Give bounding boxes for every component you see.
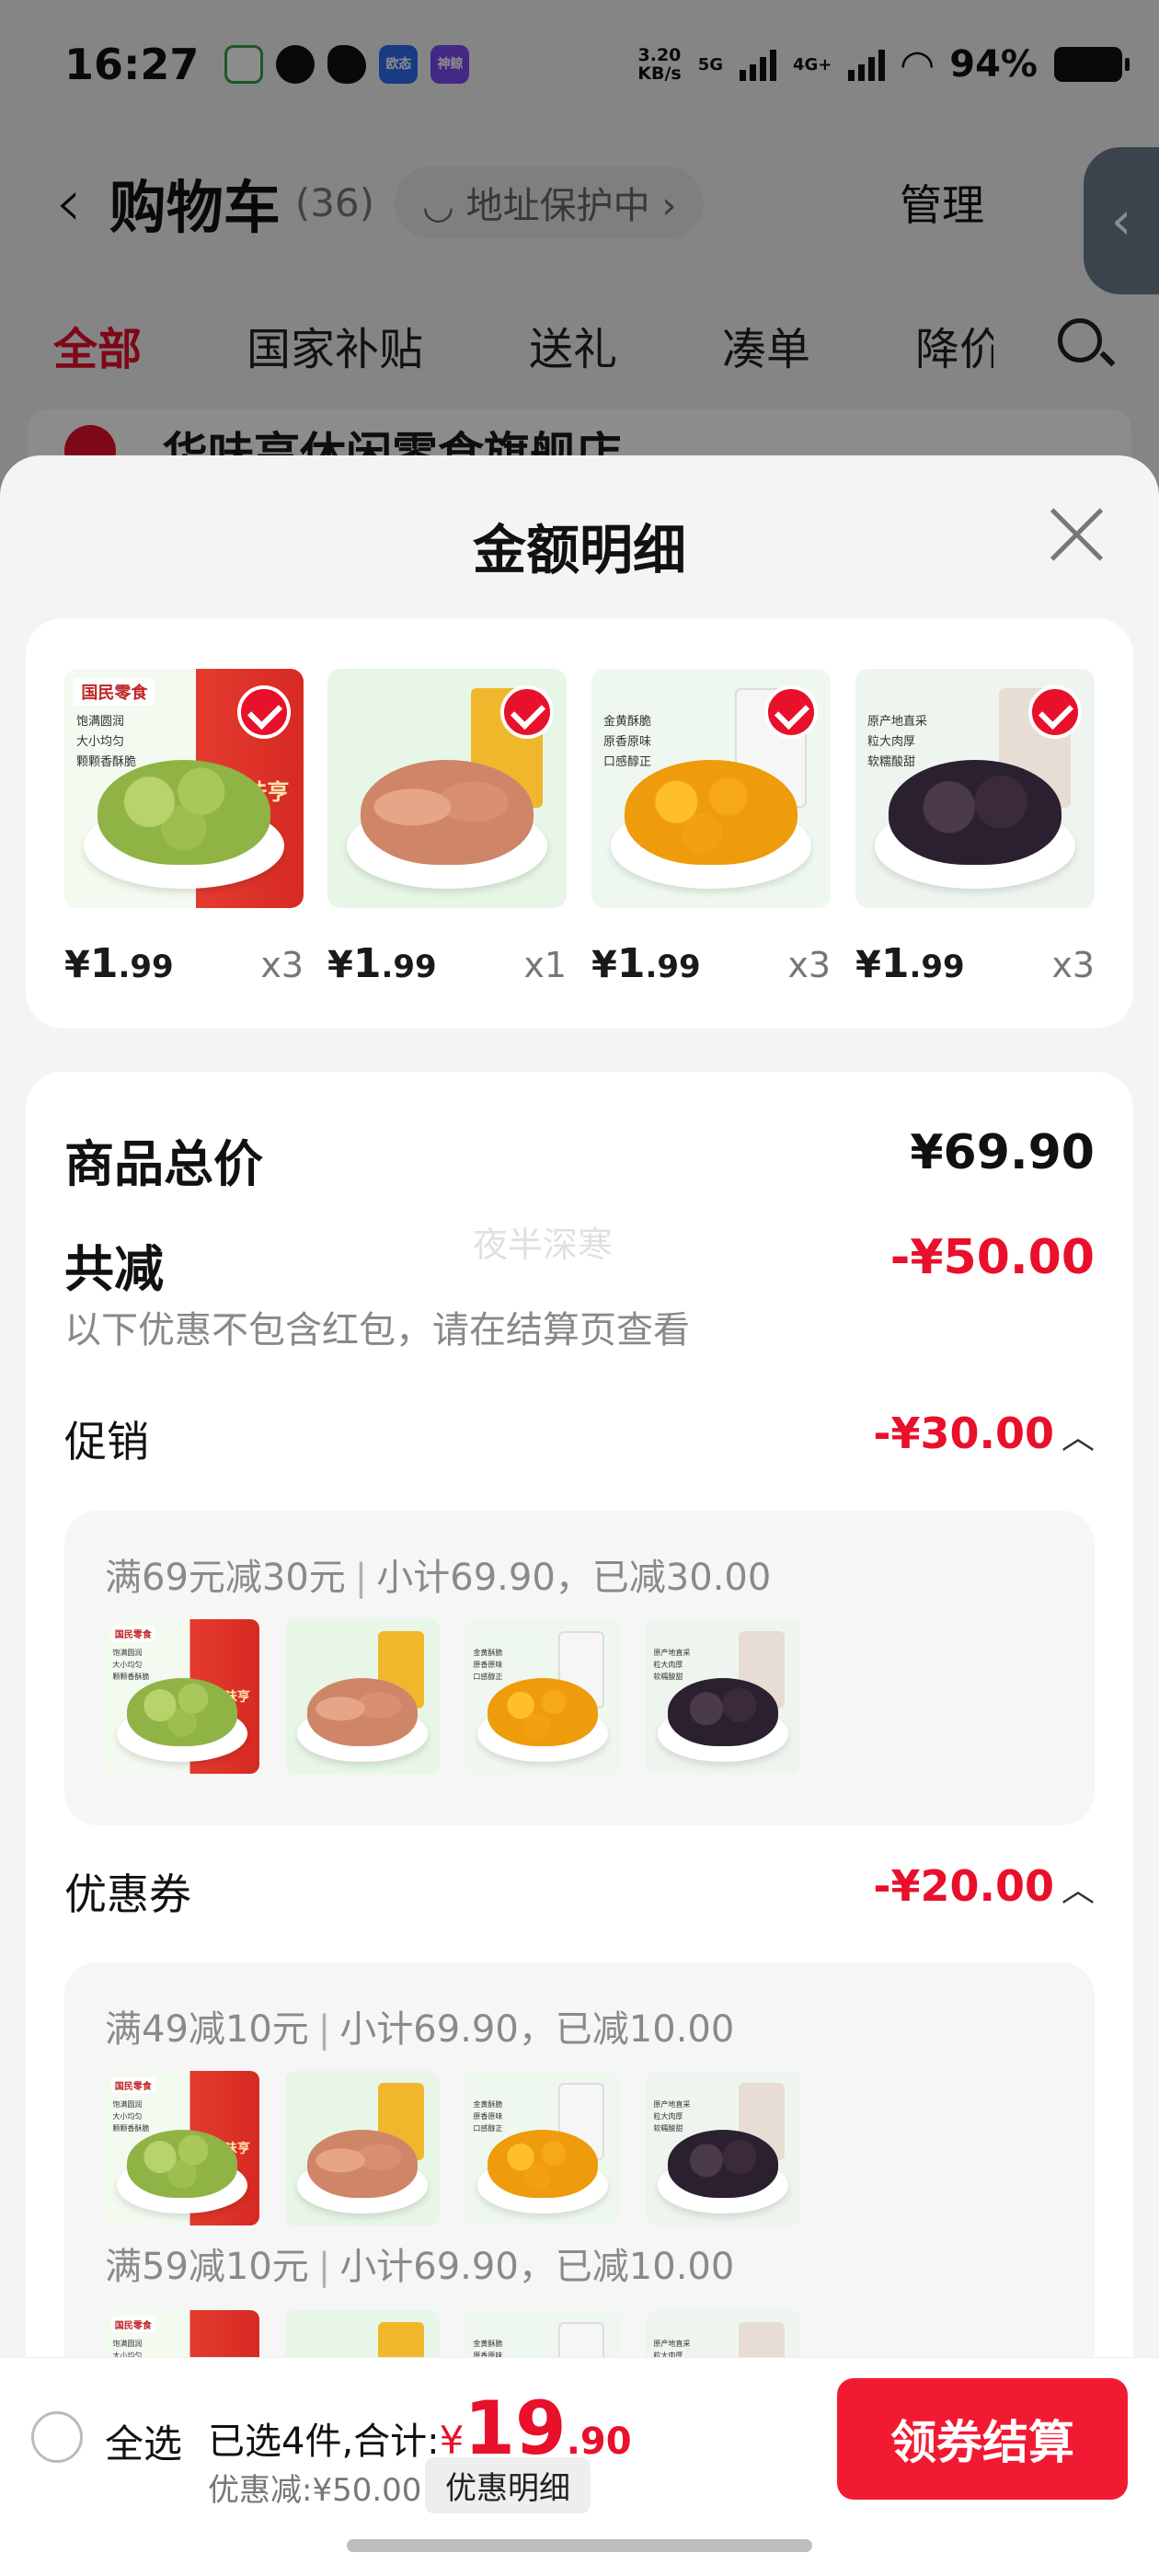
product-image-almonds (327, 669, 567, 908)
checked-icon (500, 685, 554, 739)
coupon-rule-2: 满59减10元 | 小计69.90，已减10.00 (105, 2246, 735, 2288)
total-price-label: 商品总价 (64, 1135, 263, 1193)
checkout-button[interactable]: 领券结算 (837, 2378, 1128, 2500)
chevron-up-icon: ︿ (1061, 1419, 1095, 1456)
item-price: ¥1.99 x3 (591, 940, 831, 987)
coupon-label: 优惠券 (64, 1869, 191, 1919)
sheet-title: 金额明细 (472, 519, 686, 581)
item-quantity: x3 (787, 945, 831, 985)
product-thumbnail: 国民零食饱满圆润大小均匀颗颗香酥脆华味亨 (105, 1619, 259, 1774)
reduction-note: 以下优惠不包含红包，请在结算页查看 (64, 1309, 690, 1351)
product-image-green-peas: 国民零食 饱满圆润大小均匀颗颗香酥脆 华味亨 (64, 669, 304, 908)
item-price: ¥1.99 x3 (64, 940, 304, 987)
watermark-text: 夜半深寒 (473, 1225, 614, 1265)
product-thumbnail (285, 1619, 440, 1774)
coupon-rule-1: 满49减10元 | 小计69.90，已减10.00 (105, 2008, 735, 2051)
item-quantity: x3 (1051, 945, 1095, 985)
item-card[interactable]: ¥1.99 x1 (327, 669, 567, 987)
item-price: ¥1.99 x1 (327, 940, 567, 987)
price-breakdown-card: 商品总价 ¥69.90 共减 -¥50.00 以下优惠不包含红包，请在结算页查看… (26, 1072, 1133, 2576)
product-thumbnail: 原产地直采粒大肉厚软糯酸甜 (646, 1619, 800, 1774)
total-price-value: ¥69.90 (910, 1125, 1095, 1180)
chevron-up-icon: ︿ (1061, 1871, 1095, 1909)
home-indicator[interactable] (347, 2539, 812, 2552)
select-all-label[interactable]: 全选 (105, 2413, 182, 2469)
product-thumbnail: 国民零食饱满圆润大小均匀颗颗香酥脆华味亨 (105, 2071, 259, 2225)
reduction-label: 共减 (64, 1240, 164, 1298)
discount-amount: 优惠减:¥50.00 (208, 2472, 422, 2509)
item-price: ¥1.99 x3 (855, 940, 1095, 987)
checked-icon (1028, 685, 1082, 739)
product-thumbnail: 金黄酥脆原香原味口感醇正 (465, 1619, 620, 1774)
item-card[interactable]: 金黄酥脆 原香原味 口感醇正 ¥1.99 x3 (591, 669, 831, 987)
item-quantity: x3 (260, 945, 304, 985)
discount-detail-button[interactable]: 优惠明细 (425, 2457, 591, 2513)
promotion-label: 促销 (64, 1417, 149, 1466)
product-image-golden-beans: 金黄酥脆 原香原味 口感醇正 (591, 669, 831, 908)
promotion-detail-box: 满69元减30元 | 小计69.90，已减30.00 国民零食 饱满圆润 大小均匀 颗颗香… (64, 1511, 1095, 1825)
product-tags: 原产地直采 粒大肉厚 软糯酸甜 (867, 714, 928, 769)
product-tags: 金黄酥脆 原香原味 口感醇正 (603, 714, 652, 769)
brand-label: 国民零食 (74, 678, 155, 707)
product-thumbnail: 金黄酥脆原香原味口感醇正 (465, 2071, 620, 2225)
product-image-prunes: 原产地直采 粒大肉厚 软糯酸甜 (855, 669, 1095, 908)
promotion-value[interactable]: -¥30.00 ︿ (873, 1409, 1095, 1458)
checked-icon (237, 685, 291, 739)
item-card[interactable]: 国民零食 饱满圆润大小均匀颗颗香酥脆 华味亨 ¥1.99 x3 (64, 669, 304, 987)
product-thumbnail (285, 2071, 440, 2225)
coupon-products-1: 国民零食饱满圆润大小均匀颗颗香酥脆华味亨 金黄酥脆原香原味口感醇正 原产地直采粒… (105, 2071, 800, 2225)
amount-detail-sheet: 金额明细 国民零食 饱满圆润大小均匀颗颗香酥脆 华味亨 ¥1.99 x3 (0, 455, 1159, 2576)
select-all-radio[interactable] (31, 2411, 83, 2463)
item-card[interactable]: 原产地直采 粒大肉厚 软糯酸甜 ¥1.99 x3 (855, 669, 1095, 987)
coupon-value[interactable]: -¥20.00 ︿ (873, 1861, 1095, 1911)
selected-items-card: 国民零食 饱满圆润大小均匀颗颗香酥脆 华味亨 ¥1.99 x3 ¥1.99 x1 (26, 618, 1133, 1029)
item-quantity: x1 (523, 945, 567, 985)
checked-icon (764, 685, 818, 739)
close-icon[interactable] (1049, 505, 1106, 562)
promotion-rule: 满69元减30元 | 小计69.90，已减30.00 (105, 1557, 772, 1599)
product-tags: 饱满圆润 大小均匀 颗颗香酥脆 (76, 714, 137, 769)
promotion-products: 国民零食饱满圆润大小均匀颗颗香酥脆华味亨 金黄酥脆原香原味口感醇正 原产地直采粒… (105, 1619, 800, 1774)
product-thumbnail: 原产地直采粒大肉厚软糯酸甜 (646, 2071, 800, 2225)
reduction-value: -¥50.00 (889, 1230, 1095, 1285)
